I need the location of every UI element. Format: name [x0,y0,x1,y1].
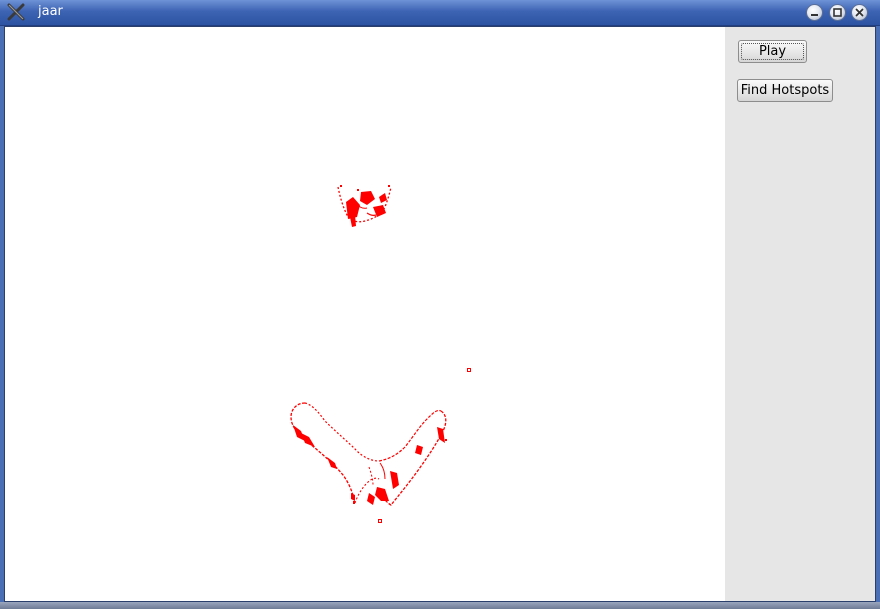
find-hotspots-label: Find Hotspots [740,83,830,98]
play-button[interactable]: Play [738,40,807,63]
trace-drawing [290,185,471,523]
drawing-canvas[interactable] [5,27,725,601]
focus-ring [741,43,804,60]
minimize-icon [811,14,818,16]
lower-trace-cluster [290,402,447,506]
title-bar[interactable]: jaar [0,0,880,26]
window-title: jaar [38,4,63,19]
close-button[interactable] [851,4,868,21]
marker-square [467,368,471,372]
maximize-button[interactable] [829,4,846,21]
marker-square [378,519,382,523]
window-bottom-border[interactable] [0,602,880,609]
client-area: Play Find Hotspots [4,26,876,602]
control-panel: Play Find Hotspots [725,27,875,601]
find-hotspots-button[interactable]: Find Hotspots [737,79,833,102]
maximize-icon [833,8,842,17]
minimize-button[interactable] [806,4,823,21]
upper-trace-cluster [337,185,392,227]
x-app-icon [7,3,25,21]
close-icon [855,8,864,17]
app-window: jaar Play Find Hotspots [0,0,880,609]
